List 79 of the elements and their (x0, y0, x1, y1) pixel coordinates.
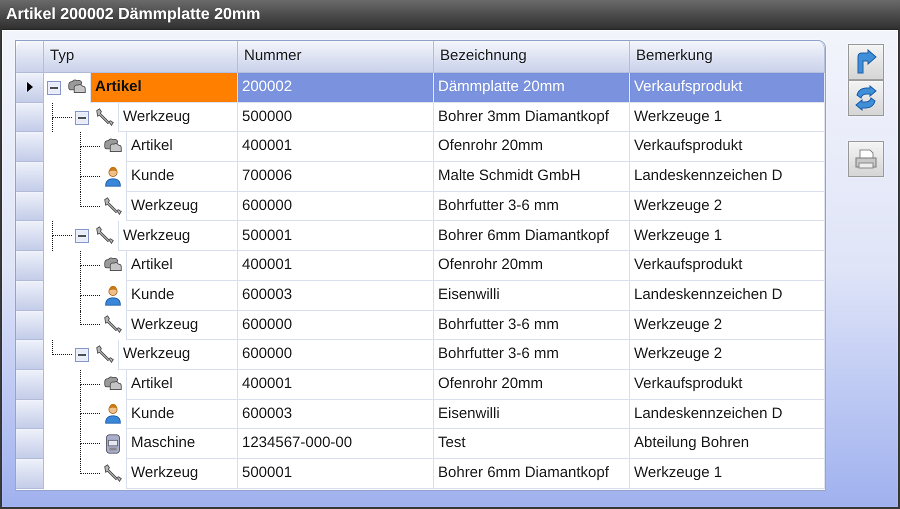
type-cell: Werkzeug (118, 221, 237, 252)
printer-icon (854, 148, 878, 170)
header-corner (16, 41, 44, 73)
wrench-icon (102, 196, 124, 218)
type-cell: Kunde (126, 400, 237, 430)
table-cell: Werkzeuge 2 (630, 310, 825, 340)
table-cell: Werkzeuge 2 (630, 192, 825, 222)
redo-button[interactable] (848, 44, 884, 80)
type-cell: Artikel (126, 370, 237, 400)
column-header[interactable]: Bezeichnung (434, 41, 630, 73)
type-cell: Artikel (126, 251, 237, 281)
table-cell: Werkzeuge 1 (630, 221, 825, 252)
type-cell: Artikel (126, 132, 237, 162)
table-cell: 400001 (238, 370, 434, 400)
type-cell: Artikel (90, 73, 237, 103)
table-cell: Bohrer 3mm Diamantkopf (434, 102, 630, 132)
person-icon (102, 403, 124, 426)
table-cell: Bohrfutter 3-6 mm (434, 310, 630, 340)
current-row-icon (26, 82, 32, 92)
table-cell: Landeskennzeichen D (630, 280, 825, 310)
print-button[interactable] (848, 141, 884, 177)
table-cell: Bohrfutter 3-6 mm (434, 340, 630, 370)
table-cell: 500001 (238, 221, 434, 252)
refresh-icon (854, 85, 878, 111)
table-cell: 600000 (238, 310, 434, 340)
table-cell: Landeskennzeichen D (630, 162, 825, 192)
table-cell: Eisenwilli (434, 280, 630, 310)
table-cell: Verkaufsprodukt (630, 251, 825, 281)
table-cell: 600003 (238, 280, 434, 310)
table-cell: Werkzeuge 2 (630, 340, 825, 370)
table-cell: Bohrer 6mm Diamantkopf (434, 458, 630, 489)
collapse-toggle[interactable] (75, 110, 89, 125)
table-cell: 500001 (238, 458, 434, 489)
column-header[interactable]: Bemerkung (630, 41, 825, 73)
window-title: Artikel 200002 Dämmplatte 20mm (6, 5, 260, 25)
table-cell: 600000 (238, 192, 434, 222)
wrench-icon (102, 462, 124, 485)
table-cell: Ofenrohr 20mm (434, 251, 630, 281)
wrench-icon (94, 106, 116, 129)
table-cell: Ofenrohr 20mm (434, 132, 630, 162)
table-cell: 200002 (238, 73, 434, 103)
person-icon (102, 284, 124, 307)
table-cell: Dämmplatte 20mm (434, 73, 630, 103)
type-cell: Werkzeug (126, 458, 237, 489)
collapse-toggle[interactable] (47, 80, 61, 95)
table-cell: Eisenwilli (434, 400, 630, 430)
column-header[interactable]: Typ (44, 41, 238, 73)
table-cell: 700006 (238, 162, 434, 192)
table-cell: Malte Schmidt GmbH (434, 162, 630, 192)
table-cell: 500000 (238, 102, 434, 132)
collapse-toggle[interactable] (75, 229, 89, 244)
person-icon (102, 166, 124, 188)
table-cell: 1234567-000-00 (238, 429, 434, 459)
table-cell: Landeskennzeichen D (630, 400, 825, 430)
table-cell: Werkzeuge 1 (630, 102, 825, 132)
type-cell: Kunde (126, 280, 237, 310)
table-cell: Verkaufsprodukt (630, 132, 825, 162)
type-cell: Maschine (126, 429, 237, 459)
table-cell: Werkzeuge 1 (630, 458, 825, 489)
table-cell: Bohrer 6mm Diamantkopf (434, 221, 630, 252)
type-cell: Werkzeug (126, 192, 237, 222)
collapse-toggle[interactable] (75, 348, 89, 362)
table-cell: 600003 (238, 400, 434, 430)
type-cell: Werkzeug (118, 102, 237, 132)
table-cell: Verkaufsprodukt (630, 370, 825, 400)
type-cell: Werkzeug (126, 310, 237, 340)
table-cell: 400001 (238, 132, 434, 162)
column-header[interactable]: Nummer (238, 41, 434, 73)
table-cell: Abteilung Bohren (630, 429, 825, 459)
table-cell: 600000 (238, 340, 434, 370)
table-cell: 400001 (238, 251, 434, 281)
row-selector[interactable] (16, 73, 44, 103)
refresh-button[interactable] (848, 80, 884, 116)
table-cell: Bohrfutter 3-6 mm (434, 192, 630, 222)
table-cell: Test (434, 429, 630, 459)
table-cell: Verkaufsprodukt (630, 73, 825, 103)
table-cell: Ofenrohr 20mm (434, 370, 630, 400)
type-cell: Kunde (126, 162, 237, 192)
type-cell: Werkzeug (118, 340, 237, 370)
